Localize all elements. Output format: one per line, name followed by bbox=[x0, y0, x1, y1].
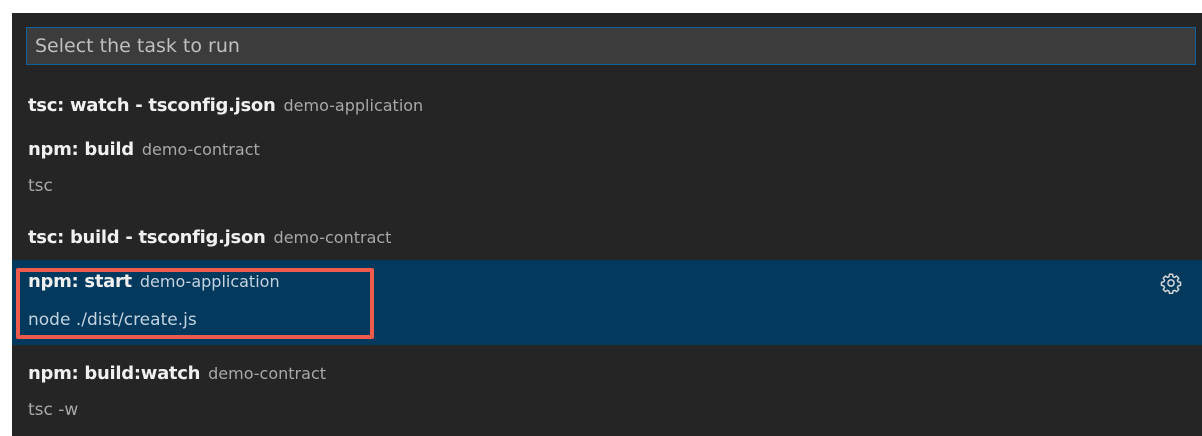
task-item-npm-build-watch[interactable]: npm: build:watch demo-contract tsc -w bbox=[12, 355, 1202, 431]
quick-pick-panel: Select the task to run tsc: watch - tsco… bbox=[12, 13, 1202, 436]
task-item-label: tsc: build - tsconfig.json bbox=[28, 227, 266, 248]
task-item-tsc-watch[interactable]: tsc: watch - tsconfig.json demo-applicati… bbox=[12, 93, 1202, 127]
task-item-description: demo-contract bbox=[141, 140, 260, 159]
task-item-label: npm: build bbox=[28, 139, 134, 160]
task-item-detail: tsc bbox=[28, 176, 53, 196]
task-item-description: demo-contract bbox=[208, 364, 327, 383]
task-item-tsc-build[interactable]: tsc: build - tsconfig.json demo-contract bbox=[12, 223, 1202, 259]
task-item-detail: tsc -w bbox=[28, 400, 79, 420]
task-item-description: demo-contract bbox=[273, 228, 392, 247]
task-item-description: demo-application bbox=[283, 96, 424, 115]
task-item-npm-build[interactable]: npm: build demo-contract tsc bbox=[12, 137, 1202, 213]
task-item-label: npm: build:watch bbox=[28, 363, 201, 384]
highlight-annotation-box bbox=[16, 268, 374, 339]
task-item-label: tsc: watch - tsconfig.json bbox=[28, 95, 276, 116]
gear-icon[interactable] bbox=[1160, 272, 1182, 294]
task-search-input[interactable]: Select the task to run bbox=[26, 27, 1196, 65]
